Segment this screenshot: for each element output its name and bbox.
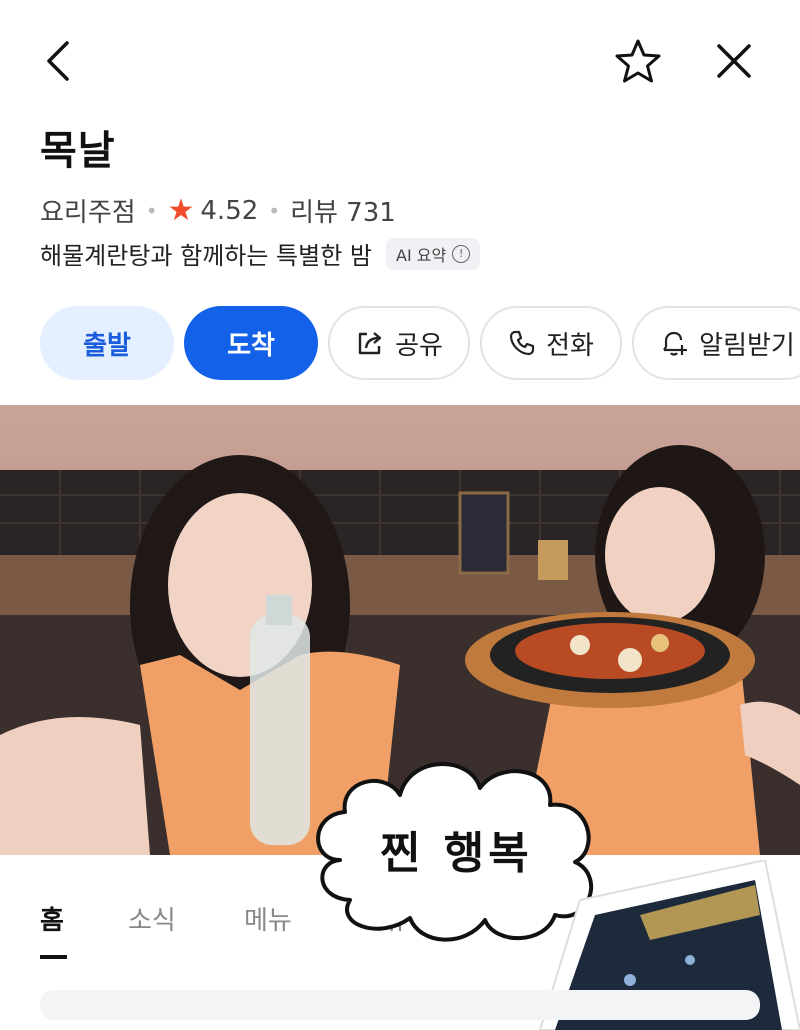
ai-summary-badge[interactable]: AI 요약 !	[386, 237, 481, 270]
notify-button[interactable]: 알림받기	[632, 306, 800, 380]
info-icon: !	[452, 244, 471, 263]
depart-button[interactable]: 출발	[40, 306, 174, 380]
tagline-row: 해물계란탕과 함께하는 특별한 밤 AI 요약 !	[40, 236, 481, 271]
close-button[interactable]	[706, 36, 762, 86]
separator-dot: •	[145, 198, 158, 223]
review-count-link[interactable]: 리뷰 731	[290, 192, 396, 229]
chevron-left-icon	[47, 41, 69, 81]
rating-value: 4.52	[200, 195, 259, 226]
phone-icon	[509, 330, 535, 356]
call-label: 전화	[546, 330, 594, 361]
depart-label: 출발	[83, 330, 131, 361]
arrive-button[interactable]: 도착	[184, 306, 318, 380]
tab-menu[interactable]: 메뉴	[244, 900, 292, 937]
separator-dot: •	[268, 198, 281, 223]
top-bar	[0, 0, 800, 120]
bell-plus-icon	[663, 331, 688, 356]
share-icon	[358, 332, 382, 355]
share-button[interactable]: 공유	[328, 306, 470, 380]
arrive-label: 도착	[227, 330, 275, 361]
notify-label: 알림받기	[699, 330, 795, 361]
action-buttons: 출발 도착 공유 전화 알림받기	[40, 306, 800, 380]
place-name: 목날	[40, 128, 116, 174]
bottom-content-card	[40, 990, 760, 1020]
rating-star-icon: ★	[167, 192, 195, 228]
tagline-text: 해물계란탕과 함께하는 특별한 밤	[40, 242, 373, 270]
star-outline-icon	[615, 39, 661, 83]
favorite-button[interactable]	[610, 36, 666, 86]
share-label: 공유	[395, 330, 443, 361]
tab-news[interactable]: 소식	[128, 900, 176, 937]
back-button[interactable]	[30, 36, 86, 86]
sticker-text: 찐 행복	[380, 828, 533, 879]
category-label: 요리주점	[40, 198, 136, 228]
active-tab-indicator	[40, 955, 67, 959]
call-button[interactable]: 전화	[480, 306, 622, 380]
ai-summary-label: AI 요약	[396, 245, 447, 265]
place-meta: 요리주점 • ★ 4.52 • 리뷰 731	[40, 192, 396, 229]
tab-home[interactable]: 홈	[40, 900, 64, 937]
close-icon	[717, 44, 751, 78]
